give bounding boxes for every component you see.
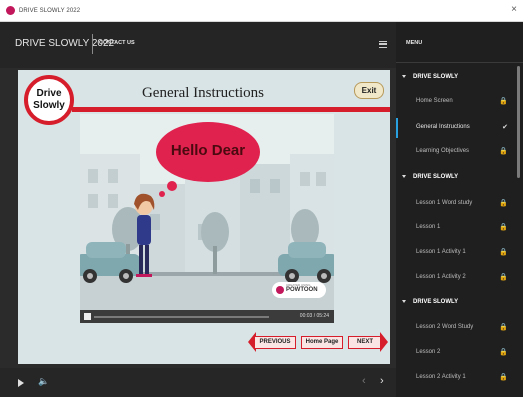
menu-heading: MENU	[406, 40, 423, 46]
menu-item-label: Lesson 1 Activity 2	[416, 274, 466, 280]
app-icon	[6, 6, 15, 15]
window-title-bar: DRIVE SLOWLY 2022 ×	[0, 0, 523, 22]
powtoon-watermark-brand: POWTOON	[286, 287, 318, 293]
menu-item-lesson-2[interactable]: Lesson 2 🔒	[396, 341, 518, 365]
close-icon[interactable]: ×	[511, 4, 517, 15]
app-window: DRIVE SLOWLY 2022 × DRIVE SLOWLY 2022 CO…	[0, 0, 523, 397]
menu-section-1[interactable]: DRIVE SLOWLY	[396, 66, 518, 90]
caret-down-icon	[402, 175, 406, 178]
lock-icon: 🔒	[499, 200, 508, 207]
menu-section-label: DRIVE SLOWLY	[413, 174, 459, 180]
menu-sidebar: MENU DRIVE SLOWLY Home Screen 🔒 General …	[396, 22, 523, 397]
menu-item-lesson-1[interactable]: Lesson 1 🔒	[396, 216, 518, 240]
lock-icon: 🔒	[499, 148, 508, 155]
menu-item-label: Lesson 2 Activity 1	[416, 374, 466, 380]
menu-item-general-instructions[interactable]: General Instructions ✔	[396, 116, 518, 140]
slide-stage: Drive Slowly General Instructions Exit H…	[0, 68, 396, 368]
video-time: 00:03 / 05:24	[299, 313, 329, 319]
active-indicator	[396, 118, 398, 138]
menu-divider	[396, 62, 523, 63]
badge-line-1: Drive	[36, 88, 62, 99]
menu-item-label: Lesson 1	[416, 224, 441, 230]
menu-item-lesson-2-word-study[interactable]: Lesson 2 Word Study 🔒	[396, 316, 518, 340]
title-underline	[72, 107, 390, 112]
check-icon: ✔	[502, 124, 508, 131]
lock-icon: 🔒	[499, 274, 508, 281]
lock-icon: 🔒	[499, 349, 508, 356]
menu-section-2[interactable]: DRIVE SLOWLY	[396, 166, 518, 190]
next-button[interactable]: NEXT	[348, 336, 382, 349]
hamburger-icon[interactable]	[379, 41, 387, 48]
lock-icon: 🔒	[499, 249, 508, 256]
menu-item-label: Lesson 1 Word study	[416, 200, 473, 206]
caret-down-icon	[402, 75, 406, 78]
menu-item-lesson-1-activity-2[interactable]: Lesson 1 Activity 2 🔒	[396, 266, 518, 290]
menu-item-home-screen[interactable]: Home Screen 🔒	[396, 90, 518, 114]
menu-item-label: Lesson 2 Word Study	[416, 324, 474, 330]
video-seek-track[interactable]	[94, 316, 269, 318]
menu-item-label: Home Screen	[416, 98, 453, 104]
play-icon[interactable]	[18, 379, 24, 387]
lock-icon: 🔒	[499, 324, 508, 331]
previous-button[interactable]: PREVIOUS	[254, 336, 296, 349]
player-footer: 🔈 ‹ ›	[0, 368, 396, 397]
slide: Drive Slowly General Instructions Exit H…	[18, 70, 390, 364]
menu-item-learning-objectives[interactable]: Learning Objectives 🔒	[396, 140, 518, 164]
menu-item-lesson-1-word-study[interactable]: Lesson 1 Word study 🔒	[396, 192, 518, 216]
volume-icon[interactable]: 🔈	[38, 376, 49, 387]
home-page-button[interactable]: Home Page	[301, 336, 343, 349]
lock-icon: 🔒	[499, 374, 508, 381]
previous-slide-icon[interactable]: ‹	[362, 375, 366, 387]
menu-item-label: Lesson 2	[416, 349, 441, 355]
speech-bubble-text: Hello Dear	[170, 142, 246, 159]
next-arrow-icon[interactable]	[380, 332, 388, 352]
menu-section-3[interactable]: DRIVE SLOWLY	[396, 291, 518, 315]
video-play-icon[interactable]	[84, 313, 91, 320]
caret-down-icon	[402, 300, 406, 303]
lock-icon: 🔒	[499, 224, 508, 231]
video-controls: 00:03 / 05:24	[80, 310, 334, 323]
menu-item-lesson-1-activity-1[interactable]: Lesson 1 Activity 1 🔒	[396, 241, 518, 265]
menu-section-label: DRIVE SLOWLY	[413, 74, 459, 80]
lock-icon: 🔒	[499, 98, 508, 105]
player-header: DRIVE SLOWLY 2022 CONTACT US	[0, 22, 396, 68]
drive-slowly-badge: Drive Slowly	[24, 75, 74, 125]
menu-section-label: DRIVE SLOWLY	[413, 299, 459, 305]
next-slide-icon[interactable]: ›	[380, 375, 384, 387]
badge-line-2: Slowly	[33, 100, 65, 111]
window-title: DRIVE SLOWLY 2022	[19, 7, 81, 14]
exit-button[interactable]: Exit	[354, 82, 384, 99]
slide-title: General Instructions	[141, 85, 265, 101]
menu-item-lesson-2-activity-1[interactable]: Lesson 2 Activity 1 🔒	[396, 366, 518, 390]
contact-us-link[interactable]: CONTACT US	[99, 40, 135, 46]
header-divider	[92, 34, 93, 54]
menu-item-label: Learning Objectives	[416, 148, 470, 154]
menu-item-label: General Instructions	[416, 124, 470, 130]
menu-item-label: Lesson 1 Activity 1	[416, 249, 466, 255]
